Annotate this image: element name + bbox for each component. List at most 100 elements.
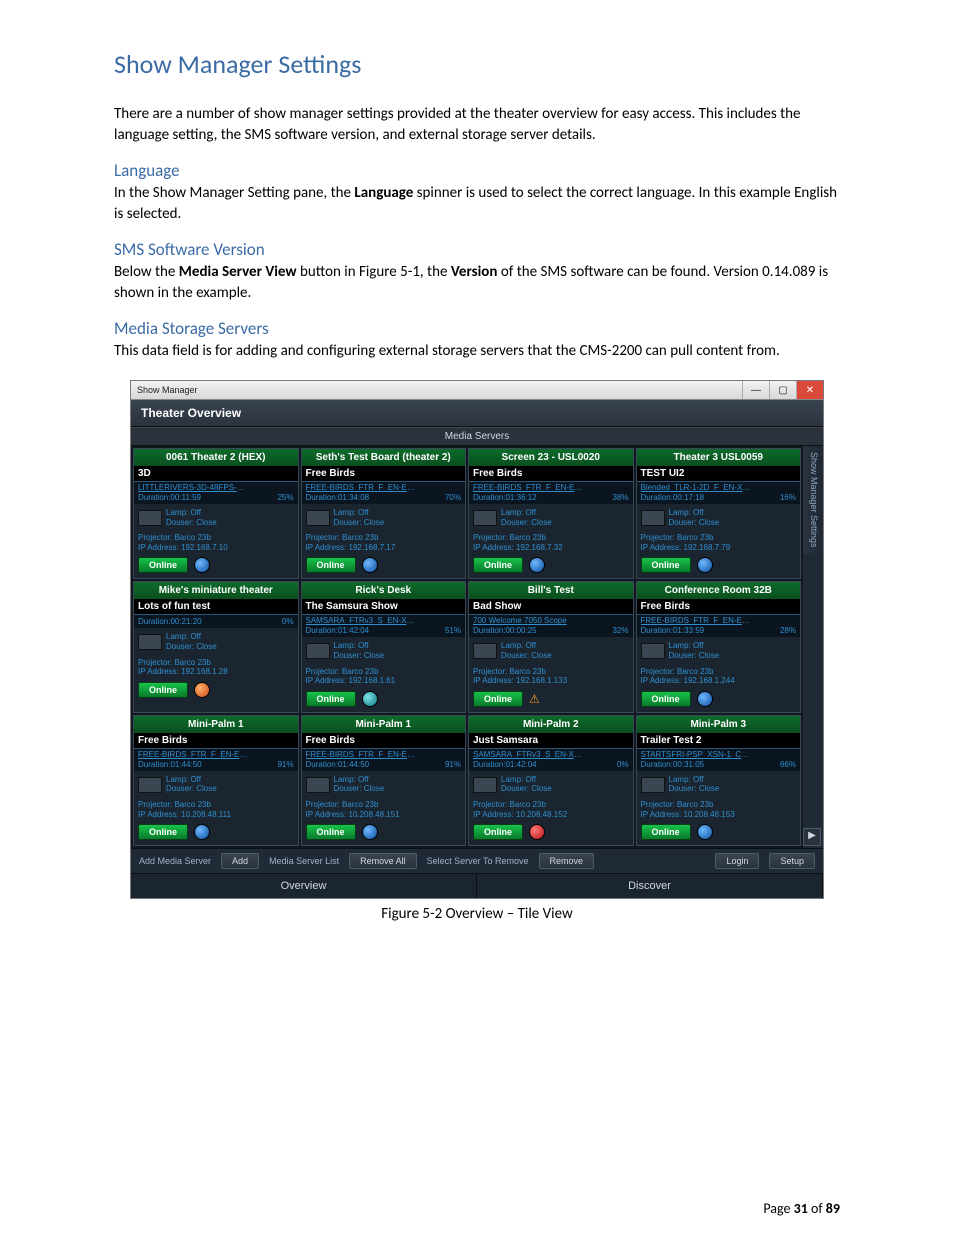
- card-status: Online⚠: [469, 688, 633, 712]
- setup-button[interactable]: Setup: [769, 853, 815, 869]
- text: button in Figure 5-1, the: [297, 263, 451, 281]
- card-meta: Lamp: OffDouser: Close: [469, 771, 633, 798]
- login-button[interactable]: Login: [715, 853, 759, 869]
- tab-overview[interactable]: Overview: [131, 874, 477, 898]
- online-badge: Online: [641, 557, 691, 573]
- card-title: TEST UI2: [637, 466, 801, 482]
- status-disc-icon: [697, 557, 713, 573]
- projector-icon: [473, 643, 497, 659]
- card-duration: Duration:01:42:040%: [469, 760, 633, 771]
- server-card[interactable]: Mike's miniature theaterLots of fun test…: [133, 581, 299, 712]
- card-duration: Duration:00:31:0566%: [637, 760, 801, 771]
- card-status: Online: [637, 821, 801, 845]
- text-bold: 31: [794, 1200, 808, 1217]
- server-card[interactable]: Seth's Test Board (theater 2)Free BirdsF…: [301, 448, 467, 579]
- window-title: Show Manager: [137, 385, 198, 395]
- heading-main: Show Manager Settings: [114, 48, 840, 80]
- card-status: Online: [469, 821, 633, 845]
- window-max-button[interactable]: ▢: [769, 381, 796, 399]
- card-title: Lots of fun test: [134, 599, 298, 615]
- card-duration: Duration:01:44:5091%: [134, 760, 298, 771]
- server-card[interactable]: Mini-Palm 1Free BirdsFREE-BIRDS_FTR_F_EN…: [301, 715, 467, 846]
- card-asset: SAMSARA_FTRv3_S_EN-XX_RU_71_4K...: [302, 615, 466, 626]
- card-address: Projector: Barco 23bIP Address: 192.168.…: [302, 665, 466, 688]
- card-status: Online: [637, 554, 801, 578]
- card-duration: Duration:00:00:2532%: [469, 626, 633, 637]
- section-label: Media Servers: [131, 427, 823, 446]
- online-badge: Online: [138, 682, 188, 698]
- card-header: Rick's Desk: [302, 582, 466, 599]
- card-asset: FREE-BIRDS_FTR_F_EN-EN-CCAP_OV_5...: [134, 749, 298, 760]
- card-address: Projector: Barco 23bIP Address: 10.208.4…: [134, 798, 298, 821]
- window-min-button[interactable]: —: [742, 381, 769, 399]
- card-asset: FREE-BIRDS_FTR_F_EN-EN-CCAP_OV_5...: [637, 615, 801, 626]
- online-badge: Online: [473, 824, 523, 840]
- text: Page: [763, 1200, 793, 1217]
- card-address: Projector: Barco 23bIP Address: 10.208.4…: [469, 798, 633, 821]
- card-header: Theater 3 USL0059: [637, 449, 801, 466]
- card-duration: Duration:01:44:5091%: [302, 760, 466, 771]
- add-button[interactable]: Add: [221, 853, 259, 869]
- text-bold: 89: [826, 1200, 840, 1217]
- status-disc-icon: [362, 691, 378, 707]
- card-title: Just Samsara: [469, 733, 633, 749]
- card-meta: Lamp: OffDouser: Close: [469, 637, 633, 664]
- card-status: Online: [302, 554, 466, 578]
- card-header: Mike's miniature theater: [134, 582, 298, 599]
- card-duration: Duration:01:42:0451%: [302, 626, 466, 637]
- status-disc-icon: [194, 557, 210, 573]
- card-status: Online: [134, 679, 298, 703]
- text: of: [808, 1200, 826, 1217]
- online-badge: Online: [138, 824, 188, 840]
- card-address: Projector: Barco 23bIP Address: 192.168.…: [469, 531, 633, 554]
- remove-all-button[interactable]: Remove All: [349, 853, 417, 869]
- card-asset: FREE-BIRDS_FTR_F_EN-EN-CCAP_OV_5...: [302, 749, 466, 760]
- card-header: Screen 23 - USL0020: [469, 449, 633, 466]
- label-select-remove: Select Server To Remove: [427, 856, 529, 866]
- server-card[interactable]: Theater 3 USL0059TEST UI2Blended_TLR-1-2…: [636, 448, 802, 579]
- card-asset: SAMSARA_FTRv3_S_EN-XX_RU_71_4K...: [469, 749, 633, 760]
- online-badge: Online: [138, 557, 188, 573]
- card-duration: Duration:01:36:1238%: [469, 493, 633, 504]
- server-card[interactable]: Conference Room 32BFree BirdsFREE-BIRDS_…: [636, 581, 802, 712]
- server-card[interactable]: Mini-Palm 2Just SamsaraSAMSARA_FTRv3_S_E…: [468, 715, 634, 846]
- side-tab-settings[interactable]: Show Manager Settings: [803, 446, 819, 554]
- server-card[interactable]: 0061 Theater 2 (HEX)3DLITTLERIVERS-3D-48…: [133, 448, 299, 579]
- status-disc-icon: [194, 824, 210, 840]
- projector-icon: [306, 510, 330, 526]
- status-disc-icon: [697, 691, 713, 707]
- card-meta: Lamp: OffDouser: Close: [134, 771, 298, 798]
- card-status: Online: [637, 688, 801, 712]
- server-card[interactable]: Mini-Palm 1Free BirdsFREE-BIRDS_FTR_F_EN…: [133, 715, 299, 846]
- tab-discover[interactable]: Discover: [477, 874, 823, 898]
- card-title: Free Birds: [302, 733, 466, 749]
- card-meta: Lamp: OffDouser: Close: [302, 504, 466, 531]
- card-meta: Lamp: OffDouser: Close: [302, 637, 466, 664]
- projector-icon: [138, 634, 162, 650]
- card-header: Mini-Palm 3: [637, 716, 801, 733]
- card-meta: Lamp: OffDouser: Close: [637, 637, 801, 664]
- card-address: Projector: Barco 23bIP Address: 192.168.…: [302, 531, 466, 554]
- card-header: 0061 Theater 2 (HEX): [134, 449, 298, 466]
- card-duration: Duration:00:21:200%: [134, 617, 298, 628]
- projector-icon: [138, 777, 162, 793]
- label-add-server: Add Media Server: [139, 856, 211, 866]
- card-address: Projector: Barco 23bIP Address: 192.168.…: [134, 656, 298, 679]
- window-close-button[interactable]: ✕: [796, 381, 823, 399]
- online-badge: Online: [306, 691, 356, 707]
- projector-icon: [641, 643, 665, 659]
- card-header: Seth's Test Board (theater 2): [302, 449, 466, 466]
- status-disc-icon: [529, 824, 545, 840]
- label-server-list: Media Server List: [269, 856, 339, 866]
- server-card[interactable]: Rick's DeskThe Samsura ShowSAMSARA_FTRv3…: [301, 581, 467, 712]
- scroll-right-button[interactable]: ▶: [803, 828, 821, 846]
- server-card[interactable]: Bill's TestBad Show700 Welcome 7050 Scop…: [468, 581, 634, 712]
- server-card[interactable]: Screen 23 - USL0020Free BirdsFREE-BIRDS_…: [468, 448, 634, 579]
- card-title: Free Birds: [134, 733, 298, 749]
- server-card[interactable]: Mini-Palm 3Trailer Test 2STARTSFRI-PSP_X…: [636, 715, 802, 846]
- card-address: Projector: Barco 23bIP Address: 192.168.…: [637, 665, 801, 688]
- card-title: Free Birds: [637, 599, 801, 615]
- card-title: 3D: [134, 466, 298, 482]
- window-titlebar: Show Manager — ▢ ✕: [131, 381, 823, 400]
- remove-button[interactable]: Remove: [539, 853, 595, 869]
